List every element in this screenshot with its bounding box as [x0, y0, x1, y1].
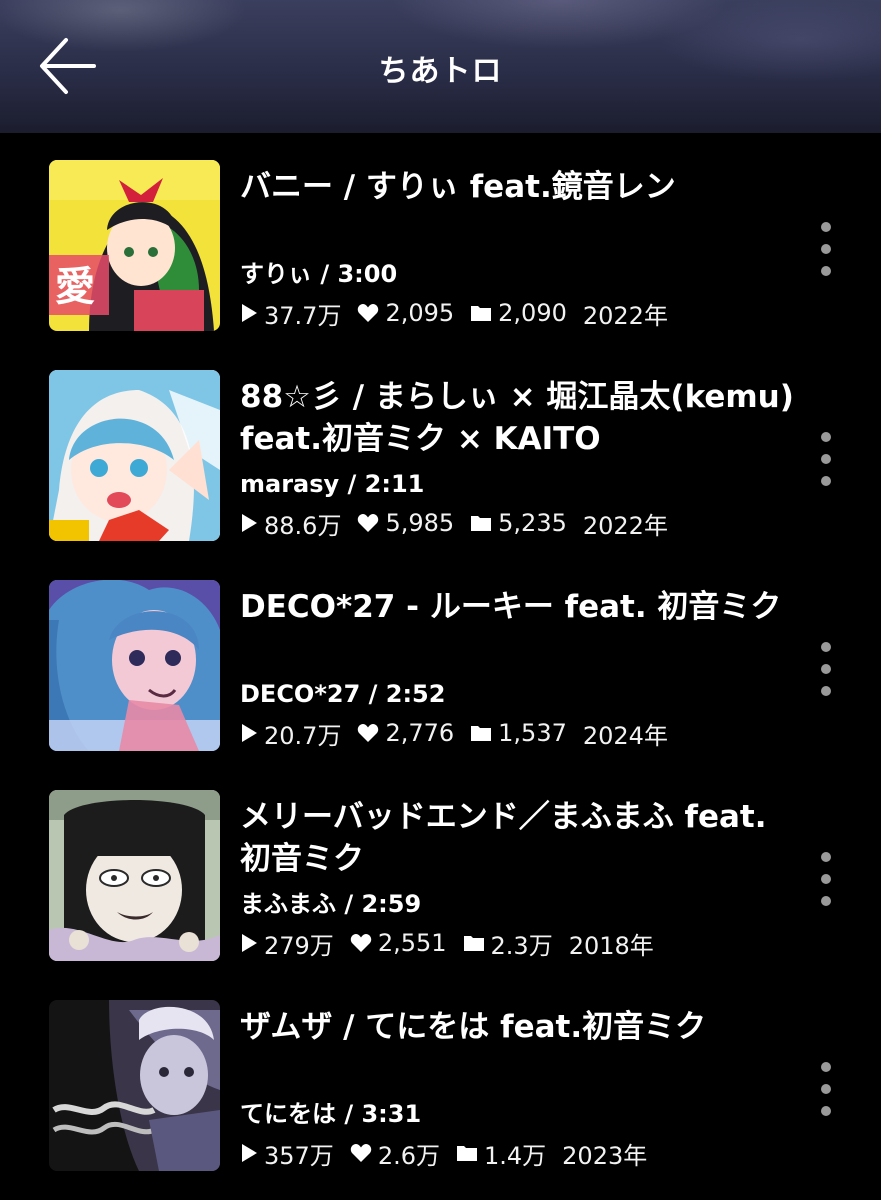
saves-stat: 5,235 — [470, 509, 567, 537]
saves-stat: 1,537 — [470, 719, 567, 747]
song-row[interactable]: メリーバッドエンド／まふまふ feat. 初音ミク まふまふ / 2:59 27… — [0, 763, 881, 973]
song-title[interactable]: DECO*27 - ルーキー feat. 初音ミク — [240, 586, 800, 628]
likes-stat: 2.6万 — [350, 1136, 440, 1171]
song-artist-duration: marasy / 2:11 — [240, 470, 425, 498]
play-icon — [242, 304, 257, 322]
song-title[interactable]: 88☆彡 / まらしぃ × 堀江晶太(kemu) feat.初音ミク × KAI… — [240, 376, 800, 460]
song-stats: 88.6万 5,985 5,235 2022年 — [240, 506, 684, 541]
song-title[interactable]: メリーバッドエンド／まふまふ feat. 初音ミク — [240, 796, 800, 880]
song-row[interactable]: 愛 バニー / すりぃ feat.鏡音レン すりぃ / 3:00 37.7万 2… — [0, 133, 881, 343]
play-icon — [242, 934, 257, 952]
more-options-button[interactable] — [806, 218, 846, 282]
folder-icon — [456, 1146, 477, 1161]
folder-icon — [471, 306, 492, 321]
song-stats: 37.7万 2,095 2,090 2022年 — [240, 296, 684, 331]
likes-stat: 2,095 — [357, 299, 454, 327]
song-title[interactable]: ザムザ / てにをは feat.初音ミク — [240, 1006, 800, 1048]
likes-count: 2,551 — [377, 929, 447, 957]
folder-icon — [471, 726, 492, 741]
song-row[interactable]: DECO*27 - ルーキー feat. 初音ミク DECO*27 / 2:52… — [0, 553, 881, 763]
song-stats: 279万 2,551 2.3万 2018年 — [240, 926, 670, 961]
song-thumbnail[interactable] — [49, 1000, 220, 1171]
page-title: ちあトロ — [378, 54, 503, 89]
header-bar: ちあトロ — [0, 0, 881, 133]
likes-count: 2.6万 — [377, 1141, 440, 1170]
likes-count: 5,985 — [385, 509, 455, 537]
plays-stat: 357万 — [240, 1136, 334, 1171]
saves-count: 5,235 — [498, 509, 567, 537]
song-artist-duration: まふまふ / 2:59 — [240, 890, 422, 918]
plays-count: 20.7万 — [264, 721, 342, 750]
song-stats: 20.7万 2,776 1,537 2024年 — [240, 716, 684, 751]
likes-stat: 2,776 — [357, 719, 454, 747]
song-thumbnail[interactable]: 愛 — [49, 160, 220, 331]
heart-icon — [358, 304, 379, 322]
folder-icon — [463, 936, 484, 951]
plays-count: 37.7万 — [264, 301, 342, 330]
plays-stat: 279万 — [240, 926, 334, 961]
saves-count: 1,537 — [498, 719, 567, 747]
likes-count: 2,776 — [385, 719, 455, 747]
song-thumbnail[interactable] — [49, 790, 220, 961]
svg-text:愛: 愛 — [55, 264, 95, 310]
saves-stat: 2,090 — [470, 299, 567, 327]
more-options-button[interactable] — [806, 638, 846, 702]
heart-icon — [358, 514, 379, 532]
saves-stat: 1.4万 — [456, 1136, 546, 1171]
song-title[interactable]: バニー / すりぃ feat.鏡音レン — [240, 166, 800, 208]
likes-stat: 2,551 — [350, 929, 447, 957]
song-row[interactable]: 88☆彡 / まらしぃ × 堀江晶太(kemu) feat.初音ミク × KAI… — [0, 343, 881, 553]
plays-stat: 37.7万 — [240, 296, 341, 331]
plays-count: 357万 — [264, 1141, 334, 1170]
folder-icon — [471, 516, 492, 531]
song-artist-duration: てにをは / 3:31 — [240, 1100, 422, 1128]
year-stat: 2024年 — [582, 721, 668, 750]
plays-stat: 20.7万 — [240, 716, 341, 751]
plays-count: 88.6万 — [264, 511, 342, 540]
likes-stat: 5,985 — [357, 509, 454, 537]
year-stat: 2018年 — [568, 931, 654, 960]
saves-count: 2.3万 — [490, 931, 553, 960]
play-icon — [242, 724, 257, 742]
heart-icon — [350, 1144, 372, 1162]
saves-count: 2,090 — [498, 299, 567, 327]
likes-count: 2,095 — [385, 299, 455, 327]
saves-stat: 2.3万 — [463, 926, 553, 961]
saves-count: 1.4万 — [483, 1141, 547, 1170]
heart-icon — [350, 934, 372, 952]
plays-count: 279万 — [264, 931, 334, 960]
song-list: 愛 バニー / すりぃ feat.鏡音レン すりぃ / 3:00 37.7万 2… — [0, 133, 881, 1200]
play-icon — [242, 514, 257, 532]
more-options-button[interactable] — [806, 428, 846, 492]
song-artist-duration: DECO*27 / 2:52 — [240, 680, 446, 708]
year-stat: 2023年 — [562, 1141, 648, 1170]
plays-stat: 88.6万 — [240, 506, 341, 541]
song-artist-duration: すりぃ / 3:00 — [240, 260, 398, 288]
heart-icon — [358, 724, 379, 742]
year-stat: 2022年 — [582, 301, 668, 330]
song-row[interactable]: ザムザ / てにをは feat.初音ミク てにをは / 3:31 357万 2.… — [0, 973, 881, 1183]
song-stats: 357万 2.6万 1.4万 2023年 — [240, 1136, 663, 1171]
play-icon — [242, 1144, 257, 1162]
year-stat: 2022年 — [582, 511, 668, 540]
more-options-button[interactable] — [806, 1058, 846, 1122]
song-thumbnail[interactable] — [49, 370, 220, 541]
song-thumbnail[interactable] — [49, 580, 220, 751]
more-options-button[interactable] — [806, 848, 846, 912]
